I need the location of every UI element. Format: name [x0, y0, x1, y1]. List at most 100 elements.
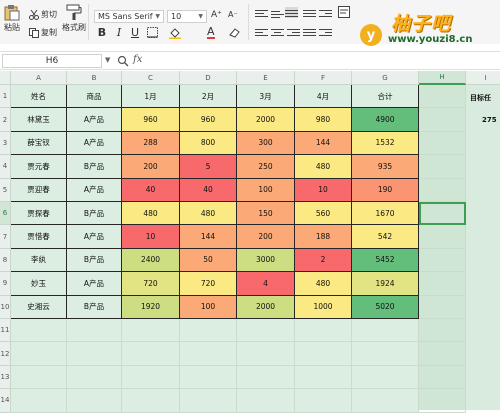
empty-cell[interactable]: [11, 319, 67, 343]
font-color-button[interactable]: A: [207, 26, 215, 39]
table-cell[interactable]: 200: [122, 155, 180, 179]
empty-cell[interactable]: [419, 202, 466, 226]
wrap-text-button[interactable]: [338, 6, 350, 18]
empty-cell[interactable]: [352, 389, 419, 413]
empty-cell[interactable]: [237, 319, 295, 343]
table-cell[interactable]: 960: [180, 108, 237, 132]
empty-cell[interactable]: [419, 389, 466, 413]
fx-icon[interactable]: fx: [133, 54, 142, 65]
row-header-4[interactable]: 4: [0, 155, 11, 179]
table-cell[interactable]: 4900: [352, 108, 419, 132]
distributed-icon[interactable]: [303, 8, 316, 19]
clear-format-button[interactable]: [229, 27, 241, 38]
table-cell[interactable]: 190: [352, 178, 419, 202]
bold-button[interactable]: B: [96, 27, 108, 39]
row-header-6[interactable]: 6: [0, 202, 11, 226]
select-all-corner[interactable]: [0, 71, 11, 85]
font-size-select[interactable]: 10 ▼: [167, 10, 207, 23]
table-cell[interactable]: 800: [180, 131, 237, 156]
column-header-e[interactable]: E: [237, 71, 295, 85]
table-cell[interactable]: 1532: [352, 131, 419, 156]
table-cell[interactable]: 960: [122, 108, 180, 132]
header-cell[interactable]: 姓名: [11, 85, 67, 109]
table-cell[interactable]: 720: [122, 272, 180, 296]
table-cell[interactable]: 10: [122, 225, 180, 249]
table-cell[interactable]: 贾元春: [11, 155, 67, 179]
table-cell[interactable]: A产品: [67, 225, 122, 249]
table-cell[interactable]: 480: [180, 202, 237, 226]
spreadsheet-grid[interactable]: A B C D E F G H I 1 2 3 4 5 6 7 8 9 10 11 12 13 14 姓名 商品 1月 2月 3月 4月…: [0, 71, 500, 413]
header-cell[interactable]: 商品: [67, 85, 122, 109]
table-cell[interactable]: 720: [180, 272, 237, 296]
table-cell[interactable]: 50: [180, 248, 237, 273]
empty-cell[interactable]: [11, 342, 67, 366]
empty-cell[interactable]: [419, 85, 466, 109]
table-cell[interactable]: 935: [352, 155, 419, 179]
table-cell[interactable]: 480: [122, 202, 180, 226]
decrease-indent-icon[interactable]: [319, 27, 332, 38]
empty-cell[interactable]: [419, 342, 466, 366]
table-cell[interactable]: 5: [180, 155, 237, 179]
empty-cell[interactable]: [67, 365, 122, 390]
cut-button[interactable]: 剪切: [29, 9, 57, 20]
row-header-2[interactable]: 2: [0, 108, 11, 132]
table-cell[interactable]: B产品: [67, 155, 122, 179]
column-header-f[interactable]: F: [295, 71, 352, 85]
align-right-icon[interactable]: [287, 27, 300, 38]
column-header-c[interactable]: C: [122, 71, 180, 85]
empty-cell[interactable]: [67, 389, 122, 413]
empty-cell[interactable]: [237, 389, 295, 413]
table-cell[interactable]: 480: [295, 155, 352, 179]
underline-button[interactable]: U: [129, 27, 141, 39]
increase-font-button[interactable]: A⁺: [211, 10, 222, 20]
column-header-g[interactable]: G: [352, 71, 419, 85]
table-cell[interactable]: 李纨: [11, 248, 67, 273]
row-header-13[interactable]: 13: [0, 365, 11, 390]
table-cell[interactable]: B产品: [67, 202, 122, 226]
empty-cell[interactable]: [11, 365, 67, 390]
empty-cell[interactable]: [237, 342, 295, 366]
align-center-icon[interactable]: [271, 27, 284, 38]
table-cell[interactable]: 150: [237, 202, 295, 226]
header-cell[interactable]: 3月: [237, 85, 295, 109]
empty-cell[interactable]: [180, 389, 237, 413]
row-header-1[interactable]: 1: [0, 85, 11, 109]
table-cell[interactable]: 40: [180, 178, 237, 202]
column-header-d[interactable]: D: [180, 71, 237, 85]
row-header-8[interactable]: 8: [0, 248, 11, 273]
empty-cell[interactable]: [419, 248, 466, 273]
empty-cell[interactable]: [11, 389, 67, 413]
table-cell[interactable]: 542: [352, 225, 419, 249]
table-cell[interactable]: 5020: [352, 295, 419, 319]
italic-button[interactable]: I: [113, 27, 125, 39]
chevron-down-icon[interactable]: ▼: [105, 56, 110, 64]
row-header-14[interactable]: 14: [0, 389, 11, 413]
empty-cell[interactable]: [295, 319, 352, 343]
table-cell[interactable]: 560: [295, 202, 352, 226]
empty-cell[interactable]: [419, 319, 466, 343]
table-cell[interactable]: 薛宝钗: [11, 131, 67, 156]
empty-cell[interactable]: [295, 389, 352, 413]
align-top-icon[interactable]: [255, 8, 268, 19]
table-cell[interactable]: 288: [122, 131, 180, 156]
border-button[interactable]: [147, 27, 159, 38]
table-cell[interactable]: 5452: [352, 248, 419, 273]
align-middle-icon[interactable]: [271, 9, 284, 20]
header-cell[interactable]: 4月: [295, 85, 352, 109]
table-cell[interactable]: 林黛玉: [11, 108, 67, 132]
empty-cell[interactable]: [67, 319, 122, 343]
column-header-i[interactable]: I: [466, 71, 500, 85]
empty-cell[interactable]: [295, 342, 352, 366]
row-header-9[interactable]: 9: [0, 272, 11, 296]
table-cell[interactable]: B产品: [67, 248, 122, 273]
table-cell[interactable]: 980: [295, 108, 352, 132]
selected-cell[interactable]: [419, 178, 466, 202]
table-cell[interactable]: 2000: [237, 108, 295, 132]
empty-cell[interactable]: [352, 319, 419, 343]
header-cell[interactable]: 合计: [352, 85, 419, 109]
table-cell[interactable]: 2000: [237, 295, 295, 319]
column-header-h[interactable]: H: [419, 71, 466, 85]
formula-input[interactable]: [148, 54, 498, 68]
table-cell[interactable]: 1670: [352, 202, 419, 226]
column-header-b[interactable]: B: [67, 71, 122, 85]
